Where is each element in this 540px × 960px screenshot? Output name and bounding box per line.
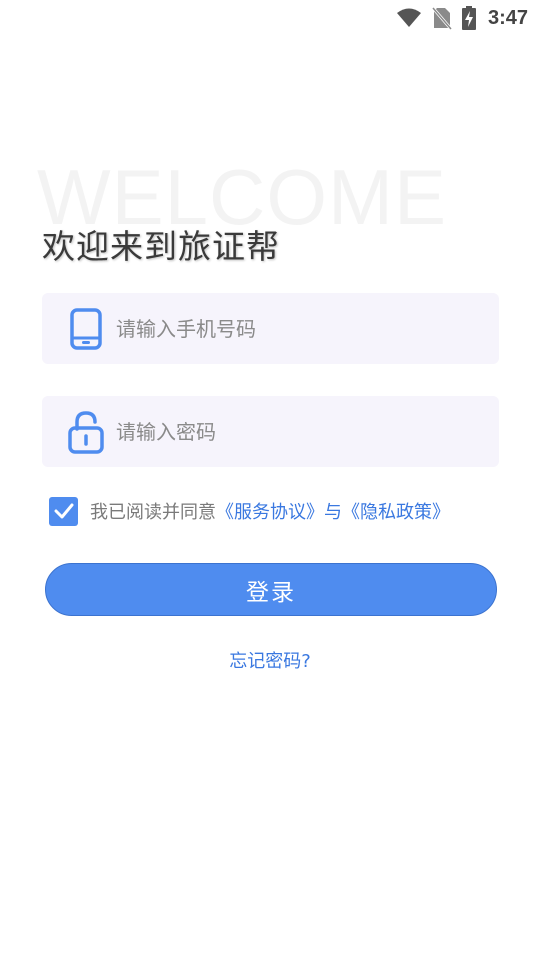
phone-field[interactable]: [42, 293, 499, 364]
wifi-icon: [396, 7, 422, 29]
login-button[interactable]: 登录: [45, 563, 497, 616]
service-agreement-link[interactable]: 《服务协议》: [216, 498, 324, 524]
agreement-row: 我已阅读并同意 《服务协议》 与 《隐私政策》: [49, 496, 450, 526]
phone-icon: [66, 307, 106, 351]
battery-charging-icon: [461, 6, 476, 30]
forgot-password-row: 忘记密码?: [0, 647, 540, 673]
status-icons: 3:47: [396, 4, 528, 32]
clock: 3:47: [487, 6, 528, 29]
login-screen: 3:47 WELCOME 欢迎来到旅证帮 请输入手机号码 我已阅读并同意 《服务…: [0, 0, 540, 960]
phone-input[interactable]: [116, 308, 456, 349]
page-title: 欢迎来到旅证帮: [42, 227, 280, 266]
password-input[interactable]: [116, 411, 456, 452]
password-field[interactable]: [42, 396, 499, 467]
welcome-watermark: WELCOME: [37, 153, 448, 241]
agreement-text: 我已阅读并同意: [90, 502, 216, 523]
agreement-connector: 与: [324, 502, 342, 523]
status-bar: 3:47: [0, 0, 540, 36]
no-sim-icon: [431, 6, 452, 30]
lock-icon: [66, 410, 106, 454]
forgot-password-link[interactable]: 忘记密码?: [229, 651, 311, 672]
privacy-policy-link[interactable]: 《隐私政策》: [342, 498, 450, 524]
agreement-checkbox[interactable]: [49, 496, 78, 526]
check-icon: [54, 503, 73, 519]
